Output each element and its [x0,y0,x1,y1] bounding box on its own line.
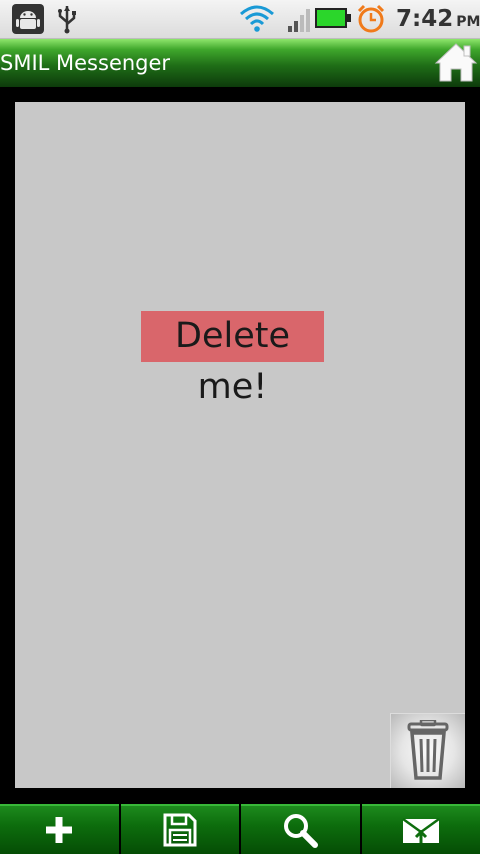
usb-icon [58,6,76,34]
status-clock: 7:42 PM [396,6,480,32]
add-button[interactable] [0,804,119,854]
battery-icon [315,8,351,28]
home-button[interactable] [432,41,480,85]
status-bar: 7:42 PM [0,0,480,39]
bottom-toolbar [0,804,480,854]
message-canvas[interactable]: Delete me! [15,102,465,788]
alarm-icon [357,4,385,33]
send-mail-button[interactable] [361,804,480,854]
trash-icon [407,720,449,780]
save-icon [163,813,197,847]
trash-button[interactable] [390,713,465,788]
draggable-text-item[interactable]: Delete me! [141,311,324,407]
search-button[interactable] [241,804,360,854]
android-icon [12,4,44,34]
save-button[interactable] [120,804,239,854]
wifi-icon [240,5,274,32]
send-mail-icon [402,817,440,843]
home-icon [434,43,478,82]
app-title: SMIL Messenger [0,51,171,75]
search-icon [284,814,319,848]
signal-icon [288,9,310,32]
add-icon [46,817,73,843]
title-bar: SMIL Messenger [0,39,480,87]
